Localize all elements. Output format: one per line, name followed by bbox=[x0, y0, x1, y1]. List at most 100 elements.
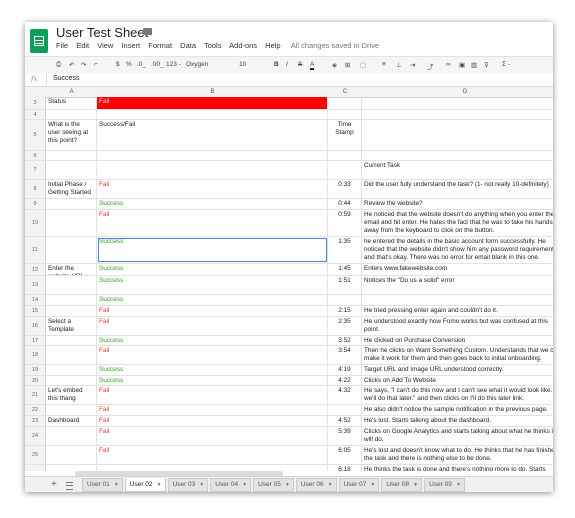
cell-b[interactable]: Fail bbox=[97, 446, 328, 464]
row-number[interactable]: 25 bbox=[25, 446, 46, 464]
row-number[interactable]: 14 bbox=[25, 295, 46, 305]
sheet-tab[interactable]: User 03 ▼ bbox=[167, 478, 209, 492]
row-number[interactable]: 24 bbox=[25, 427, 46, 445]
paint-format-icon[interactable]: ⌐ bbox=[94, 61, 98, 68]
cell-b[interactable]: Success bbox=[97, 295, 328, 305]
menu-tools[interactable]: Tools bbox=[204, 41, 222, 50]
sheets-logo-icon[interactable] bbox=[30, 29, 48, 53]
cell-c[interactable]: 6:18 bbox=[328, 465, 362, 471]
cell-a[interactable] bbox=[46, 446, 97, 464]
row-number[interactable]: 7 bbox=[25, 161, 46, 179]
row-number[interactable]: 4 bbox=[25, 110, 46, 119]
cell-a[interactable] bbox=[46, 346, 97, 364]
row-number[interactable]: 22 bbox=[25, 405, 46, 415]
sheet-tab[interactable]: User 08 ▼ bbox=[381, 478, 423, 492]
rotate-text-icon[interactable]: ⤴ bbox=[427, 61, 434, 71]
sheet-tab[interactable]: User 01 ▼ bbox=[82, 478, 123, 492]
row-number[interactable]: 12 bbox=[25, 264, 46, 275]
cell-a[interactable]: Enter the website URL bbox=[46, 264, 97, 275]
font-size-select[interactable]: 10 bbox=[239, 61, 246, 68]
functions-button[interactable]: Σ - bbox=[502, 61, 510, 68]
sheet-tab[interactable]: User 07 ▼ bbox=[338, 478, 380, 492]
cell-d[interactable]: He clicked on Purchase Conversion bbox=[362, 336, 553, 345]
cell-d[interactable]: He tried pressing enter again and couldn… bbox=[362, 306, 553, 316]
row-number[interactable]: 8 bbox=[25, 180, 46, 198]
column-header-d[interactable]: D bbox=[362, 89, 553, 95]
cell-c[interactable]: 0:33 bbox=[328, 180, 362, 198]
percent-button[interactable]: % bbox=[126, 61, 132, 68]
cell-c[interactable] bbox=[328, 161, 362, 179]
cell-c[interactable]: Time Stamp bbox=[328, 120, 362, 150]
chevron-down-icon[interactable]: ▼ bbox=[114, 479, 119, 491]
cell-b[interactable]: Success bbox=[97, 264, 328, 275]
cell-c[interactable]: 4:52 bbox=[328, 416, 362, 426]
chart-icon[interactable]: ▥ bbox=[471, 61, 477, 69]
row-number[interactable]: 6 bbox=[25, 151, 46, 160]
cell-a[interactable] bbox=[46, 210, 97, 236]
cell-d[interactable]: He's lost. Starts talking about the dash… bbox=[362, 416, 553, 426]
cell-d[interactable] bbox=[362, 120, 553, 150]
row-number[interactable]: 17 bbox=[25, 336, 46, 345]
row-number[interactable]: 19 bbox=[25, 365, 46, 375]
cell-d[interactable]: He's lost and doesn't know what to do. H… bbox=[362, 446, 553, 464]
more-formats-button[interactable]: 123 - bbox=[166, 61, 181, 68]
cell-b[interactable] bbox=[97, 151, 328, 160]
cell-d[interactable] bbox=[362, 295, 553, 305]
row-number[interactable]: 20 bbox=[25, 376, 46, 385]
cell-b[interactable]: Success bbox=[97, 199, 328, 209]
cell-c[interactable] bbox=[328, 295, 362, 305]
cell-c[interactable] bbox=[328, 97, 362, 109]
borders-icon[interactable]: ⊞ bbox=[345, 61, 350, 69]
cell-d[interactable]: Target URL and Image URL understood corr… bbox=[362, 365, 553, 375]
cell-b[interactable]: Fail bbox=[97, 306, 328, 316]
cell-d[interactable]: Enters www.fakewebsite.com bbox=[362, 264, 553, 275]
chevron-down-icon[interactable]: ▼ bbox=[413, 479, 418, 491]
cell-a[interactable] bbox=[46, 110, 97, 119]
row-number[interactable]: 23 bbox=[25, 416, 46, 426]
wrap-text-icon[interactable]: ⇥ bbox=[410, 61, 415, 69]
cell-a[interactable] bbox=[46, 376, 97, 385]
cell-d[interactable]: he entered the details in the basic acco… bbox=[362, 237, 553, 263]
cell-c[interactable]: 2:35 bbox=[328, 317, 362, 335]
decrease-decimal-button[interactable]: .0_ bbox=[137, 61, 146, 68]
bold-button[interactable]: B bbox=[274, 61, 279, 68]
cell-c[interactable]: 0:44 bbox=[328, 199, 362, 209]
cell-c[interactable]: 1:35 bbox=[328, 237, 362, 263]
menu-file[interactable]: File bbox=[56, 41, 68, 50]
cell-a[interactable] bbox=[46, 199, 97, 209]
cell-c[interactable]: 6:05 bbox=[328, 446, 362, 464]
row-number[interactable]: 10 bbox=[25, 210, 46, 236]
cell-b[interactable]: Fail bbox=[97, 346, 328, 364]
cell-b[interactable] bbox=[97, 110, 328, 119]
cell-d[interactable]: He says, "I can't do this now and I can'… bbox=[362, 386, 553, 404]
fill-color-icon[interactable]: ◈ bbox=[332, 61, 337, 69]
formula-input[interactable]: Success bbox=[53, 75, 79, 82]
cell-a[interactable]: Status bbox=[46, 97, 97, 109]
menu-view[interactable]: View bbox=[97, 41, 113, 50]
save-status[interactable]: All changes saved in Drive bbox=[291, 41, 379, 50]
cell-b[interactable] bbox=[97, 161, 328, 179]
redo-icon[interactable]: ↷ bbox=[81, 61, 86, 69]
cell-b[interactable]: Fail bbox=[97, 317, 328, 335]
row-number[interactable]: 5 bbox=[25, 120, 46, 150]
cell-a[interactable] bbox=[46, 306, 97, 316]
sheet-tab[interactable]: User 09 ▼ bbox=[424, 478, 465, 492]
cell-b[interactable]: Success bbox=[97, 336, 328, 345]
folder-icon[interactable] bbox=[143, 28, 152, 35]
menu-edit[interactable]: Edit bbox=[76, 41, 89, 50]
cell-b[interactable]: Fail bbox=[97, 427, 328, 445]
chevron-down-icon[interactable]: ▼ bbox=[157, 479, 162, 491]
currency-button[interactable]: $ bbox=[116, 61, 120, 68]
cell-d[interactable]: Clicks on Google Analytics and starts ta… bbox=[362, 427, 553, 445]
cell-b[interactable]: Fail bbox=[97, 416, 328, 426]
cell-d[interactable]: Did the user fully understand the task? … bbox=[362, 180, 553, 198]
cell-c[interactable]: 4:32 bbox=[328, 386, 362, 404]
cell-b[interactable]: Fail bbox=[97, 97, 328, 109]
row-number[interactable]: 16 bbox=[25, 317, 46, 335]
undo-icon[interactable]: ↶ bbox=[69, 61, 74, 69]
cell-a[interactable] bbox=[46, 365, 97, 375]
row-number[interactable]: 9 bbox=[25, 199, 46, 209]
cell-a[interactable]: Dashboard bbox=[46, 416, 97, 426]
cell-c[interactable]: 4:22 bbox=[328, 376, 362, 385]
menu-help[interactable]: Help bbox=[265, 41, 280, 50]
